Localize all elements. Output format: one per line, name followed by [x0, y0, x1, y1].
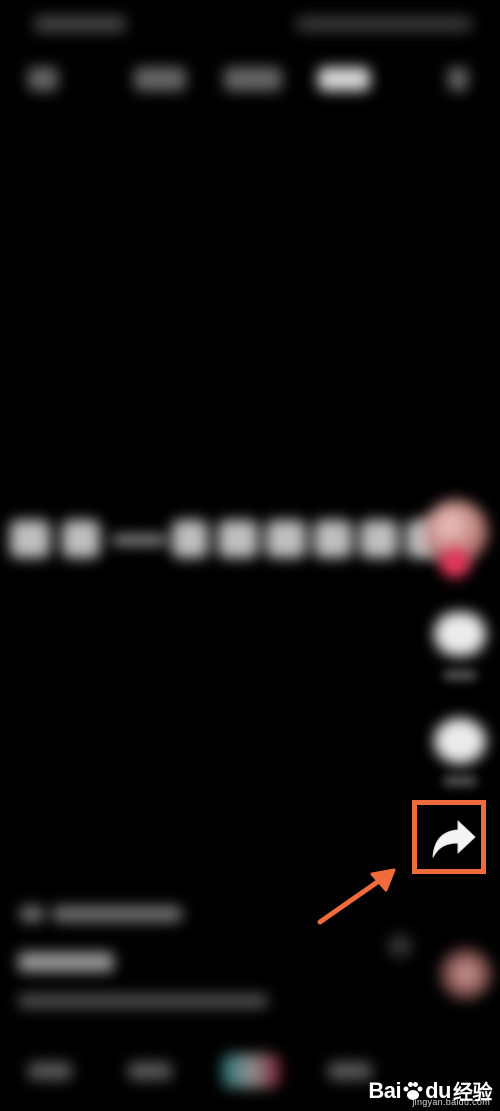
video-caption [8, 500, 478, 578]
top-tab-3[interactable] [224, 67, 282, 91]
annotation-arrow-icon [317, 868, 396, 925]
comment-icon[interactable] [434, 718, 486, 764]
share-button[interactable] [412, 800, 486, 874]
top-tab-2[interactable] [134, 67, 186, 91]
search-icon[interactable] [448, 67, 468, 91]
watermark: Bai du 经验 jingyan.baidu.com [368, 1076, 492, 1108]
share-arrow-icon [432, 820, 476, 858]
status-indicators [296, 16, 472, 32]
follow-button[interactable] [440, 548, 470, 578]
music-disc-icon[interactable] [440, 948, 492, 1000]
description-line [18, 952, 114, 972]
top-nav [0, 55, 500, 105]
tab-home[interactable] [28, 1062, 72, 1080]
top-tab-active[interactable] [318, 67, 370, 91]
heart-icon[interactable] [434, 612, 486, 656]
watermark-url: jingyan.baidu.com [412, 1097, 490, 1107]
comment-count [443, 776, 477, 786]
like-count [443, 670, 477, 680]
author-icon [20, 906, 44, 922]
top-tab-1[interactable] [28, 67, 58, 91]
small-indicator [388, 934, 412, 958]
status-time [34, 16, 126, 32]
status-bar [0, 10, 500, 44]
music-line [18, 994, 268, 1008]
tab-friends[interactable] [128, 1062, 172, 1080]
watermark-brand-left: Bai [368, 1077, 402, 1103]
tab-messages[interactable] [328, 1062, 372, 1080]
author-name[interactable] [52, 906, 182, 922]
create-button[interactable] [222, 1054, 280, 1088]
